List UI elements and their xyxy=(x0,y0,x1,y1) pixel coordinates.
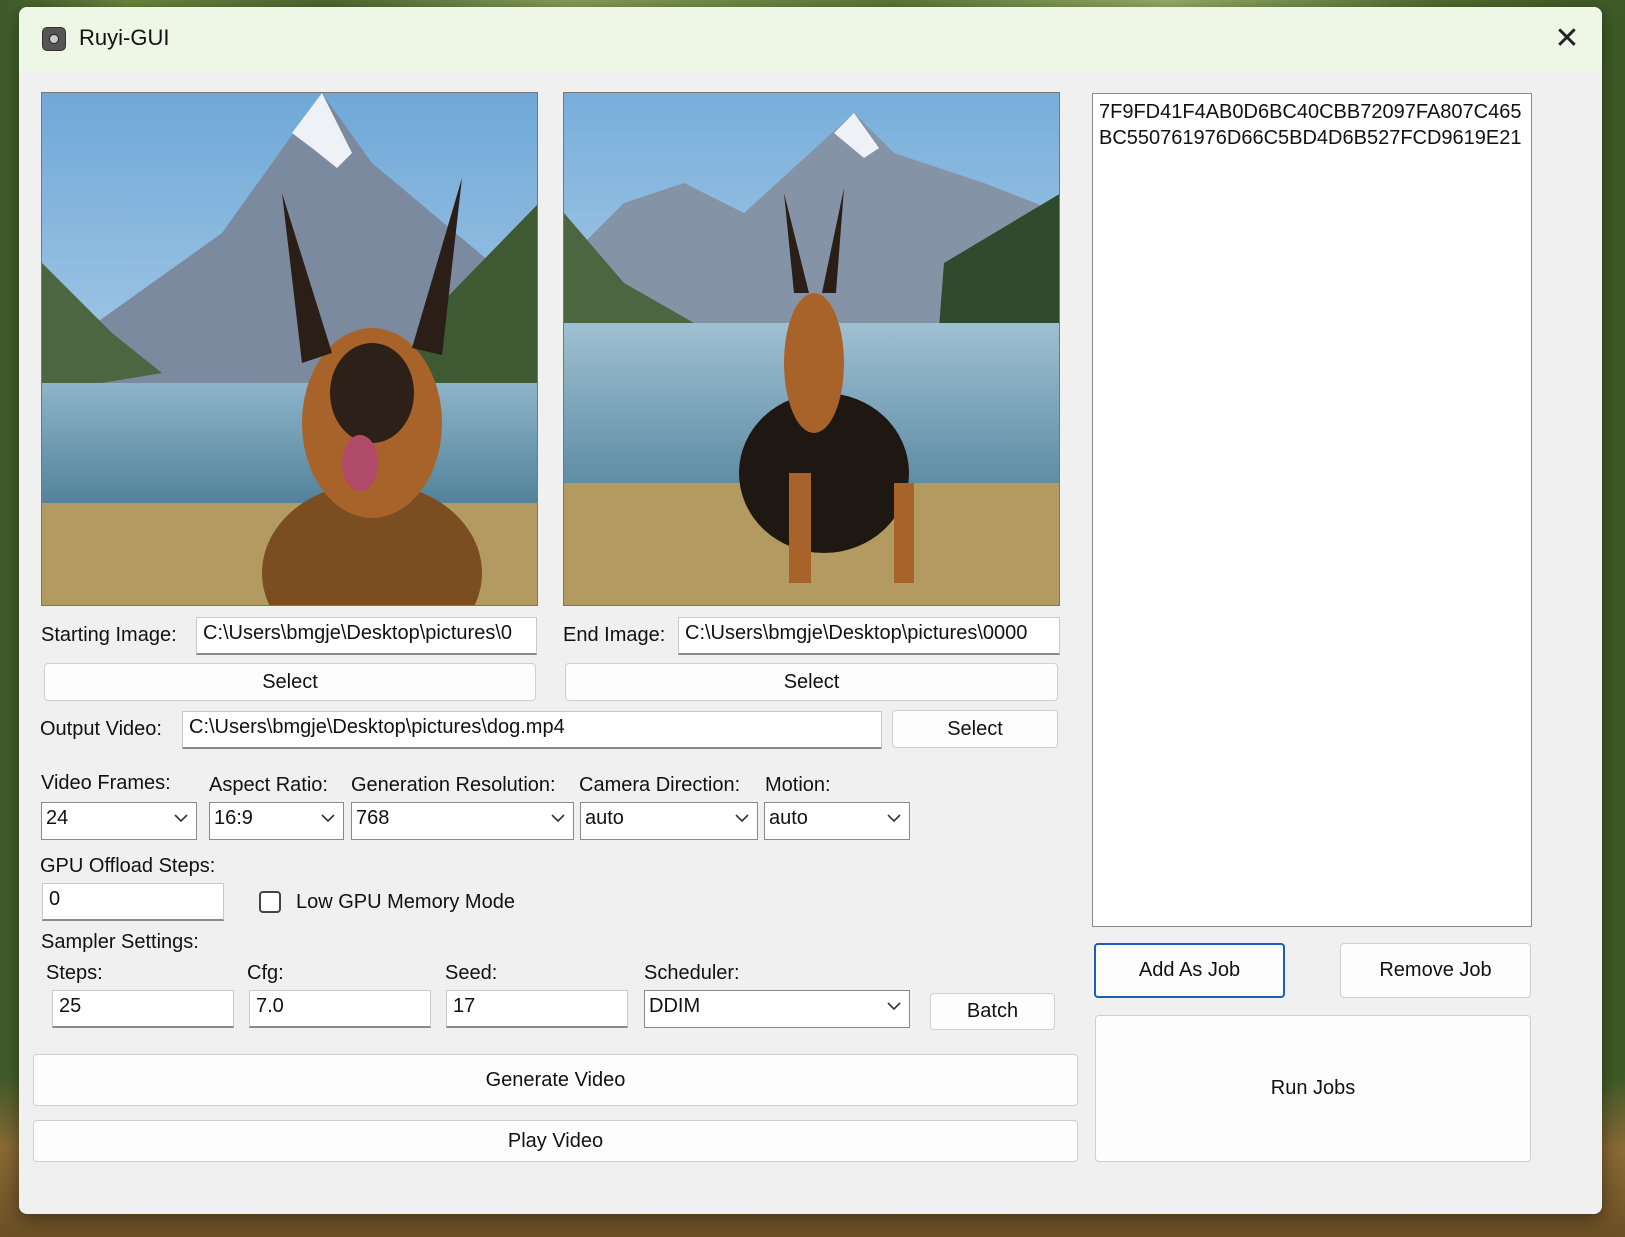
close-button[interactable]: ✕ xyxy=(1532,7,1602,71)
add-as-job-button[interactable]: Add As Job xyxy=(1094,943,1285,998)
motion-label: Motion: xyxy=(765,774,831,796)
generate-video-button[interactable]: Generate Video xyxy=(33,1054,1078,1106)
end-image-preview xyxy=(563,92,1060,606)
video-frames-select[interactable]: 24 xyxy=(41,802,197,840)
video-frames-value: 24 xyxy=(46,807,69,829)
cfg-field[interactable]: 7.0 xyxy=(249,990,431,1028)
seed-label: Seed: xyxy=(445,962,498,984)
job-list-item[interactable]: BC550761976D66C5BD4D6B527FCD9619E21 xyxy=(1093,125,1531,151)
job-list[interactable]: 7F9FD41F4AB0D6BC40CBB72097FA807C465 BC550… xyxy=(1092,93,1532,927)
starting-image-select-button[interactable]: Select xyxy=(44,663,536,701)
seed-field[interactable]: 17 xyxy=(446,990,628,1028)
play-video-button[interactable]: Play Video xyxy=(33,1120,1078,1162)
motion-value: auto xyxy=(769,807,808,829)
camera-direction-select[interactable]: auto xyxy=(580,802,758,840)
scheduler-value: DDIM xyxy=(649,995,701,1017)
generation-resolution-value: 768 xyxy=(356,807,390,829)
aspect-ratio-value: 16:9 xyxy=(214,807,253,829)
batch-button[interactable]: Batch xyxy=(930,993,1055,1030)
output-video-path-field[interactable]: C:\Users\bmgje\Desktop\pictures\dog.mp4 xyxy=(182,711,882,749)
end-image-select-button[interactable]: Select xyxy=(565,663,1058,701)
chevron-down-icon xyxy=(321,814,335,823)
cfg-label: Cfg: xyxy=(247,962,284,984)
chevron-down-icon xyxy=(551,814,565,823)
starting-image xyxy=(42,93,537,605)
chevron-down-icon xyxy=(735,814,749,823)
steps-field[interactable]: 25 xyxy=(52,990,234,1028)
output-video-select-button[interactable]: Select xyxy=(892,710,1058,748)
chevron-down-icon xyxy=(174,814,188,823)
low-gpu-memory-label: Low GPU Memory Mode xyxy=(296,891,515,913)
end-image-label: End Image: xyxy=(563,624,666,646)
steps-label: Steps: xyxy=(46,962,103,984)
remove-job-button[interactable]: Remove Job xyxy=(1340,943,1531,998)
run-jobs-button[interactable]: Run Jobs xyxy=(1095,1015,1531,1162)
camera-direction-label: Camera Direction: xyxy=(579,774,741,796)
starting-image-path-field[interactable]: C:\Users\bmgje\Desktop\pictures\0 xyxy=(196,617,537,655)
generation-resolution-label: Generation Resolution: xyxy=(351,774,556,796)
chevron-down-icon xyxy=(887,1002,901,1011)
gpu-offload-steps-field[interactable]: 0 xyxy=(42,883,224,921)
job-list-item[interactable]: 7F9FD41F4AB0D6BC40CBB72097FA807C465 xyxy=(1093,99,1531,125)
starting-image-preview xyxy=(41,92,538,606)
window-title: Ruyi-GUI xyxy=(79,25,170,50)
scheduler-select[interactable]: DDIM xyxy=(644,990,910,1028)
sampler-settings-label: Sampler Settings: xyxy=(41,931,199,953)
scheduler-label: Scheduler: xyxy=(644,962,740,984)
generation-resolution-select[interactable]: 768 xyxy=(351,802,574,840)
title-bar: Ruyi-GUI ✕ xyxy=(19,7,1602,71)
app-window: Ruyi-GUI ✕ Starting Image: C:\Users\bmgj… xyxy=(19,7,1602,1214)
motion-select[interactable]: auto xyxy=(764,802,910,840)
camera-direction-value: auto xyxy=(585,807,624,829)
aspect-ratio-label: Aspect Ratio: xyxy=(209,774,328,796)
starting-image-label: Starting Image: xyxy=(41,624,177,646)
gpu-offload-steps-label: GPU Offload Steps: xyxy=(40,855,216,877)
output-video-label: Output Video: xyxy=(40,718,162,740)
video-frames-label: Video Frames: xyxy=(41,772,171,794)
app-icon xyxy=(42,27,66,51)
aspect-ratio-select[interactable]: 16:9 xyxy=(209,802,344,840)
low-gpu-memory-checkbox[interactable] xyxy=(259,891,281,913)
chevron-down-icon xyxy=(887,814,901,823)
end-image xyxy=(564,93,1059,605)
end-image-path-field[interactable]: C:\Users\bmgje\Desktop\pictures\0000 xyxy=(678,617,1060,655)
